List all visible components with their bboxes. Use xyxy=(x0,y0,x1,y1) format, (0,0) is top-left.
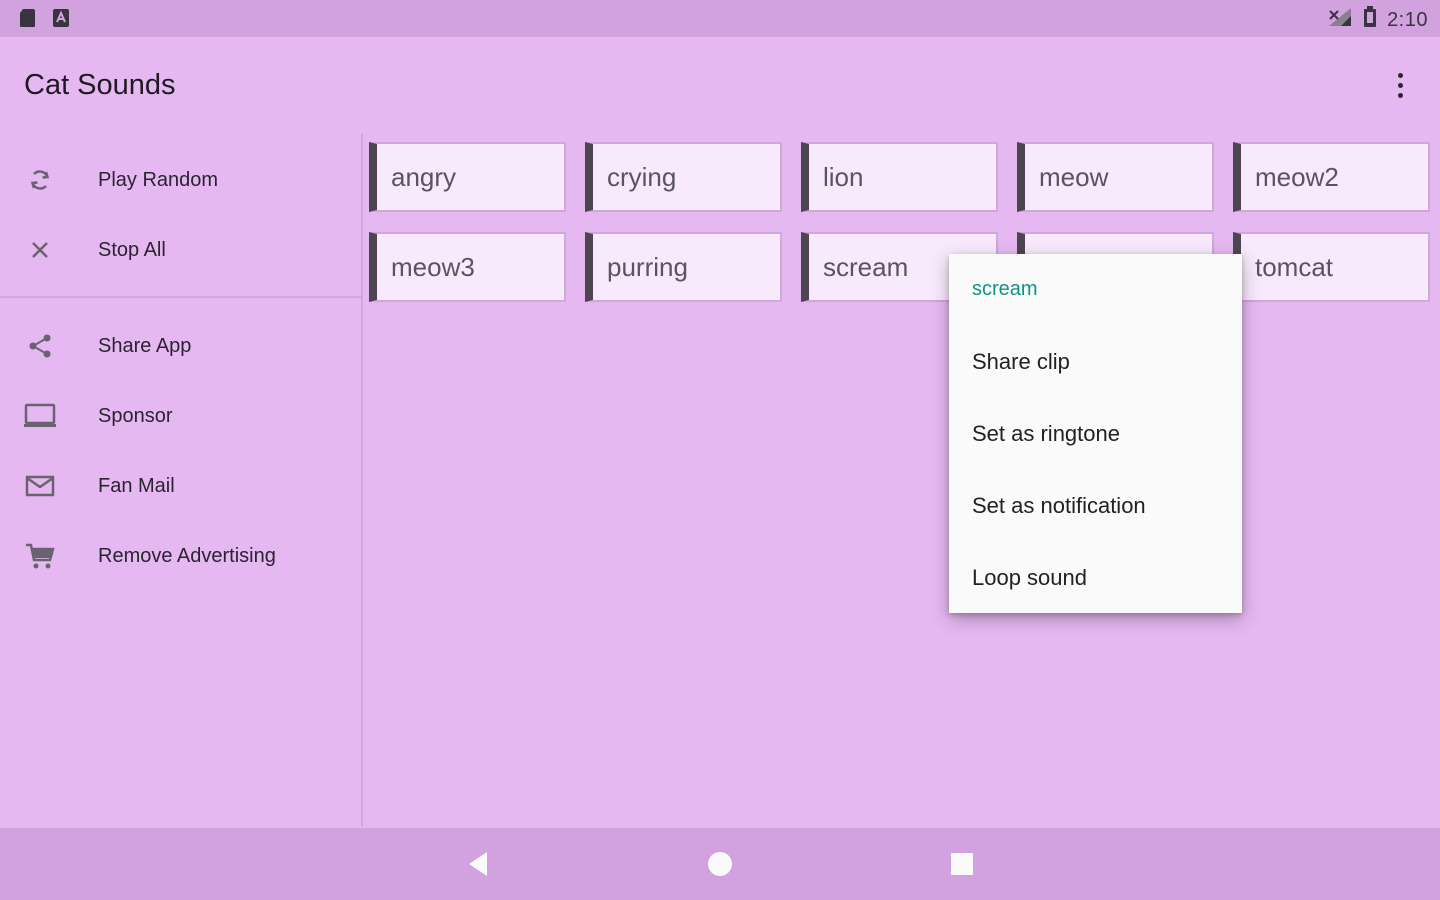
menu-item-loop-sound[interactable]: Loop sound xyxy=(949,542,1242,614)
status-indicators: 2:10 xyxy=(1327,6,1428,34)
sidebar-item-remove-advertising[interactable]: Remove Advertising xyxy=(0,521,361,591)
system-nav-bar xyxy=(0,828,1440,900)
cart-icon xyxy=(24,540,56,572)
sd-card-icon xyxy=(18,8,36,33)
home-button[interactable] xyxy=(704,848,736,880)
recents-icon xyxy=(951,853,973,875)
navigation-drawer: Play Random Stop All Share App Sponsor F… xyxy=(0,133,363,827)
sound-button-tomcat[interactable]: tomcat xyxy=(1233,232,1430,302)
context-menu: scream Share clip Set as ringtone Set as… xyxy=(949,254,1242,613)
app-title: Cat Sounds xyxy=(24,69,176,101)
sidebar-divider xyxy=(0,296,361,298)
menu-item-set-notification[interactable]: Set as notification xyxy=(949,470,1242,542)
context-menu-title: scream xyxy=(972,278,1038,300)
status-bar: 2:10 xyxy=(0,0,1440,37)
signal-icon xyxy=(1327,6,1353,34)
sidebar-group-app: Share App Sponsor Fan Mail Remove Advert… xyxy=(0,311,361,591)
laptop-icon xyxy=(24,400,56,432)
sidebar-item-fan-mail[interactable]: Fan Mail xyxy=(0,451,361,521)
sound-button-crying[interactable]: crying xyxy=(585,142,782,212)
sidebar-item-stop-all[interactable]: Stop All xyxy=(0,215,361,285)
sidebar-group-playback: Play Random Stop All xyxy=(0,145,361,285)
sidebar-item-label: Sponsor xyxy=(98,404,173,427)
sidebar-item-play-random[interactable]: Play Random xyxy=(0,145,361,215)
sound-button-purring[interactable]: purring xyxy=(585,232,782,302)
share-icon xyxy=(24,330,56,362)
menu-item-set-ringtone[interactable]: Set as ringtone xyxy=(949,398,1242,470)
sound-button-lion[interactable]: lion xyxy=(801,142,998,212)
menu-item-share-clip[interactable]: Share clip xyxy=(949,326,1242,398)
sound-button-meow2[interactable]: meow2 xyxy=(1233,142,1430,212)
battery-icon xyxy=(1363,6,1377,34)
back-button[interactable] xyxy=(462,848,494,880)
app-bar: Cat Sounds xyxy=(0,37,1440,133)
mail-icon xyxy=(24,470,56,502)
sidebar-item-label: Share App xyxy=(98,334,192,357)
sound-button-angry[interactable]: angry xyxy=(369,142,566,212)
overflow-menu-button[interactable] xyxy=(1388,67,1412,103)
status-notifications xyxy=(18,8,70,33)
sidebar-item-label: Play Random xyxy=(98,168,219,191)
more-vert-icon xyxy=(1397,72,1403,78)
sidebar-item-label: Remove Advertising xyxy=(98,544,276,567)
sound-button-meow[interactable]: meow xyxy=(1017,142,1214,212)
sidebar-item-sponsor[interactable]: Sponsor xyxy=(0,381,361,451)
sound-button-meow3[interactable]: meow3 xyxy=(369,232,566,302)
download-icon xyxy=(52,8,70,33)
sidebar-item-label: Stop All xyxy=(98,238,166,261)
recents-button[interactable] xyxy=(946,848,978,880)
sidebar-item-share-app[interactable]: Share App xyxy=(0,311,361,381)
sidebar-item-label: Fan Mail xyxy=(98,474,175,497)
refresh-icon xyxy=(24,164,56,196)
close-icon xyxy=(24,234,56,266)
back-icon xyxy=(469,852,487,876)
home-icon xyxy=(708,852,732,876)
status-time: 2:10 xyxy=(1387,8,1428,31)
